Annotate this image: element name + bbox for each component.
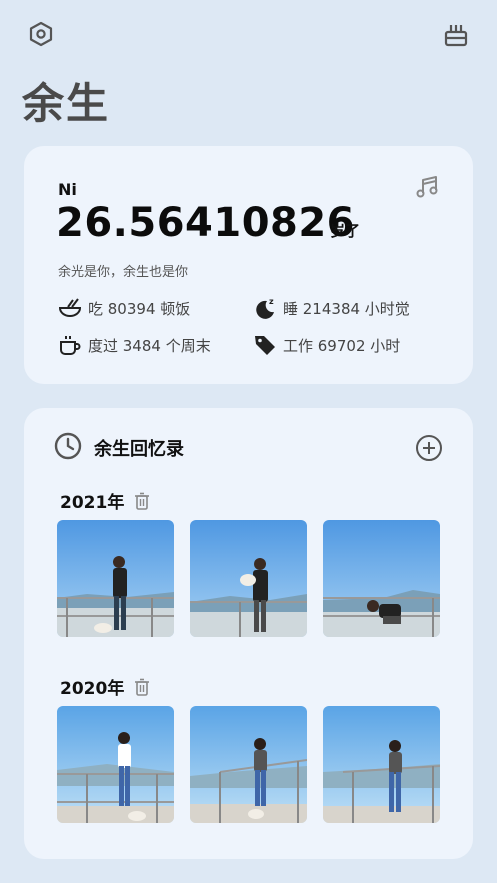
stat-label: 度过 3484 个周末 (88, 336, 211, 355)
age-suffix: 岁了 (330, 222, 361, 240)
stat-weekends: 度过 3484 个周末 (58, 333, 211, 357)
photo-woman-at-railing[interactable] (190, 706, 307, 823)
moon-icon: z (253, 296, 277, 320)
stat-meals: 吃 80394 顿饭 (58, 296, 190, 320)
trash-icon[interactable] (134, 492, 150, 510)
year-row-2020: 2020年 (60, 674, 150, 699)
stat-label: 睡 214384 小时觉 (283, 299, 410, 318)
plus-circle-icon (416, 435, 442, 461)
photo-woman-walking[interactable] (323, 706, 440, 823)
motto: 余光是你，余生也是你 (58, 265, 189, 280)
year-label: 2021年 (60, 493, 125, 513)
memories-header: 余生回忆录 (54, 432, 184, 464)
year-row-2021: 2021年 (60, 488, 150, 513)
cake-icon[interactable] (441, 19, 471, 49)
photo-man-holding-dog[interactable] (190, 520, 307, 637)
profile-card: Ni 26.56410826 岁了 余光是你，余生也是你 吃 80394 顿饭 … (24, 146, 473, 384)
trash-icon[interactable] (134, 678, 150, 696)
cup-icon (58, 333, 82, 357)
add-memory-button[interactable] (415, 434, 443, 466)
stat-sleep: z 睡 214384 小时觉 (253, 296, 410, 320)
year-label: 2020年 (60, 679, 125, 699)
photo-woman-with-dog[interactable] (57, 706, 174, 823)
photo-man-crouching[interactable] (323, 520, 440, 637)
settings-icon[interactable] (26, 19, 56, 49)
clock-icon (54, 432, 82, 464)
memories-card: 余生回忆录 2021年 2020年 (24, 408, 473, 859)
stat-label: 工作 69702 小时 (283, 336, 401, 355)
svg-text:z: z (269, 297, 274, 306)
stat-label: 吃 80394 顿饭 (88, 299, 191, 318)
stat-work: 工作 69702 小时 (253, 333, 400, 357)
bowl-icon (58, 296, 82, 320)
app-title: 余生 (22, 79, 111, 128)
profile-name: Ni (58, 180, 77, 199)
photo-man-with-dog[interactable] (57, 520, 174, 637)
music-note-icon[interactable] (414, 174, 440, 204)
tag-icon (253, 333, 277, 357)
memories-title: 余生回忆录 (94, 439, 184, 460)
age-value: 26.56410826 (56, 200, 356, 246)
